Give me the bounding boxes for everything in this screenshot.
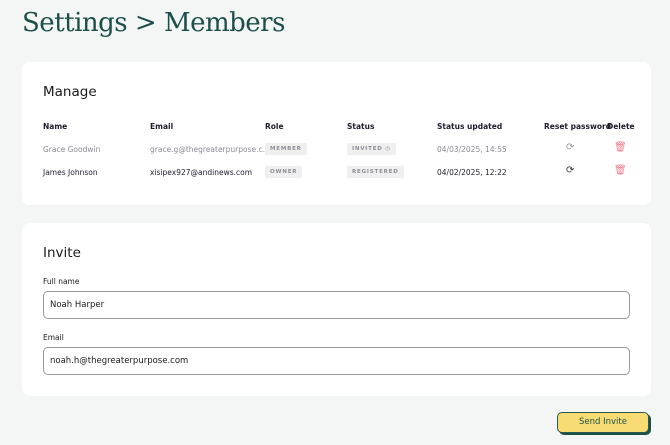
full-name-input[interactable] — [43, 291, 630, 319]
manage-card: Manage Name Email Role Status Status upd… — [22, 62, 651, 205]
col-email: Email — [150, 122, 174, 131]
page-title: Settings > Members — [22, 8, 285, 38]
col-name: Name — [43, 122, 68, 131]
col-role: Role — [265, 122, 284, 131]
status-badge: REGISTERED — [347, 166, 404, 178]
refresh-icon[interactable]: ⟳ — [566, 165, 574, 176]
col-status: Status — [347, 122, 375, 131]
email-label: Email — [43, 333, 64, 342]
member-name: Grace Goodwin — [43, 145, 101, 154]
send-invite-button[interactable]: Send Invite — [557, 412, 649, 433]
col-status-updated: Status updated — [437, 122, 503, 131]
col-delete: Delete — [607, 122, 635, 131]
full-name-label: Full name — [43, 277, 80, 286]
role-badge: OWNER — [265, 166, 303, 178]
trash-icon[interactable]: 🗑 — [614, 165, 627, 176]
status-text: INVITED — [352, 146, 383, 152]
role-badge: MEMBER — [265, 143, 307, 155]
refresh-icon[interactable]: ⟳ — [566, 142, 574, 153]
clock-icon: ◷ — [385, 146, 391, 152]
email-input[interactable] — [43, 347, 630, 375]
manage-title: Manage — [43, 84, 97, 100]
trash-icon[interactable]: 🗑 — [614, 142, 627, 153]
invite-card: Invite Full name Email — [22, 223, 651, 396]
invite-title: Invite — [43, 245, 81, 261]
member-email: xisipex927@andinews.com — [150, 168, 253, 177]
status-badge: INVITED ◷ — [347, 143, 396, 155]
member-email: grace.g@thegreaterpurpose.c... — [150, 145, 270, 154]
status-updated: 04/03/2025, 14:55 — [437, 145, 507, 154]
col-reset-password: Reset password — [544, 122, 612, 131]
status-updated: 04/02/2025, 12:22 — [437, 168, 507, 177]
member-name: James Johnson — [43, 168, 98, 177]
